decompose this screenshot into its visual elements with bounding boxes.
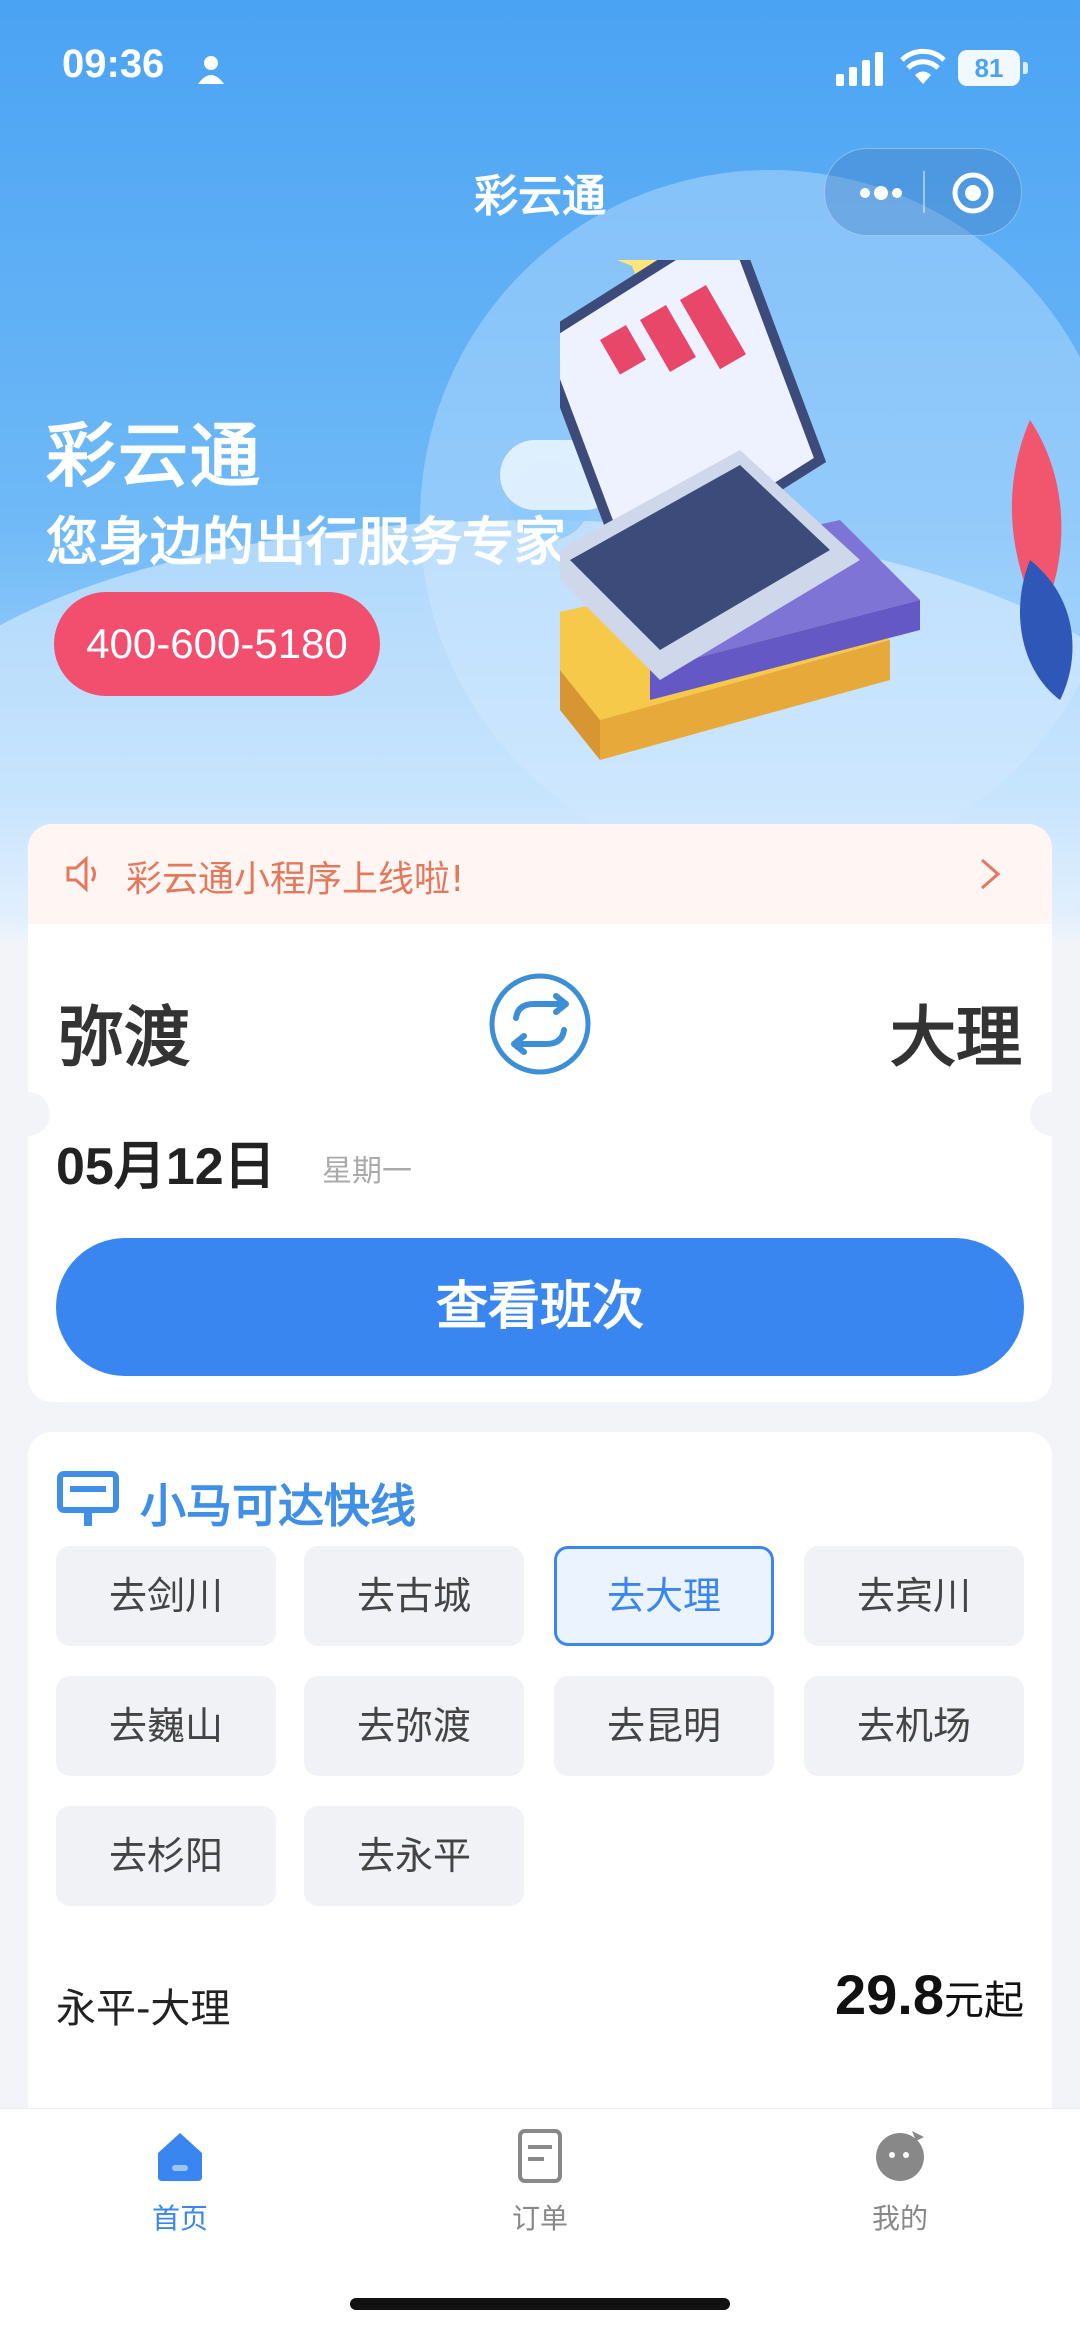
travel-weekday: 星期一 xyxy=(322,1154,412,1189)
route-price: 29.8元起 xyxy=(835,1962,1024,2027)
tab-home-label: 首页 xyxy=(151,2202,208,2235)
arrival-city[interactable]: 大理 xyxy=(890,984,1022,1080)
battery-indicator: 81 xyxy=(958,50,1028,86)
slogan: 您身边的出行服务专家 xyxy=(46,513,567,573)
destination-gucheng[interactable]: 去古城 xyxy=(304,1546,524,1646)
destination-shanyang[interactable]: 去杉阳 xyxy=(56,1806,276,1906)
destination-jianchuan[interactable]: 去剑川 xyxy=(56,1546,276,1646)
travel-illustration xyxy=(560,260,1073,760)
express-title: 小马可达快线 xyxy=(140,1479,416,1533)
express-line-section: 小马可达快线 去剑川 去古城 去大理 去宾川 去巍山 去弥渡 去昆明 去机场 去… xyxy=(28,1432,1052,2132)
tab-mine-label: 我的 xyxy=(871,2202,928,2235)
tab-mine[interactable]: 我的 xyxy=(800,2127,1000,2247)
destination-weishan[interactable]: 去巍山 xyxy=(56,1676,276,1776)
destination-dali[interactable]: 去大理 xyxy=(554,1546,774,1646)
person-icon xyxy=(198,56,224,84)
travel-date[interactable]: 05月12日 xyxy=(56,1124,276,1199)
hotline-button[interactable]: 400-600-5180 xyxy=(54,592,380,696)
signal-icon xyxy=(836,52,883,86)
destination-yongping[interactable]: 去永平 xyxy=(304,1806,524,1906)
miniprogram-capsule xyxy=(824,148,1022,236)
speaker-icon xyxy=(66,856,96,892)
chevron-right-icon xyxy=(981,858,1001,890)
close-target-icon[interactable] xyxy=(949,169,997,217)
swap-icon[interactable] xyxy=(488,972,592,1076)
express-logo-icon xyxy=(57,1471,119,1526)
status-bar: 09:36 81 xyxy=(0,0,1080,130)
tab-orders[interactable]: 订单 xyxy=(440,2127,640,2247)
price-value: 29.8 xyxy=(835,1963,944,2026)
home-indicator xyxy=(350,2298,730,2310)
tab-orders-label: 订单 xyxy=(511,2202,568,2235)
status-time: 09:36 xyxy=(62,42,165,86)
destination-midu[interactable]: 去弥渡 xyxy=(304,1676,524,1776)
tab-home[interactable]: 首页 xyxy=(80,2127,280,2247)
wifi-icon xyxy=(900,48,946,84)
order-icon xyxy=(518,2129,562,2183)
profile-icon xyxy=(876,2131,924,2181)
brand-name: 彩云通 xyxy=(46,415,262,497)
departure-city[interactable]: 弥渡 xyxy=(58,984,190,1080)
destination-binchuan[interactable]: 去宾川 xyxy=(804,1546,1024,1646)
notice-bar[interactable]: 彩云通小程序上线啦! xyxy=(28,824,1052,924)
home-icon xyxy=(158,2133,202,2181)
search-schedule-button[interactable]: 查看班次 xyxy=(56,1238,1024,1376)
notice-text: 彩云通小程序上线啦! xyxy=(126,859,465,900)
hero-banner: 09:36 81 彩云通 彩云通 您身边的出行服务专家 400-600-5180 xyxy=(0,0,1080,940)
price-unit: 元起 xyxy=(944,1978,1024,2024)
booking-card: 彩云通小程序上线啦! 弥渡 大理 05月12日 星期一 查看班次 xyxy=(28,824,1052,1402)
more-icon[interactable] xyxy=(853,173,909,213)
destination-airport[interactable]: 去机场 xyxy=(804,1676,1024,1776)
destination-kunming[interactable]: 去昆明 xyxy=(554,1676,774,1776)
route-name[interactable]: 永平-大理 xyxy=(56,1976,230,2034)
